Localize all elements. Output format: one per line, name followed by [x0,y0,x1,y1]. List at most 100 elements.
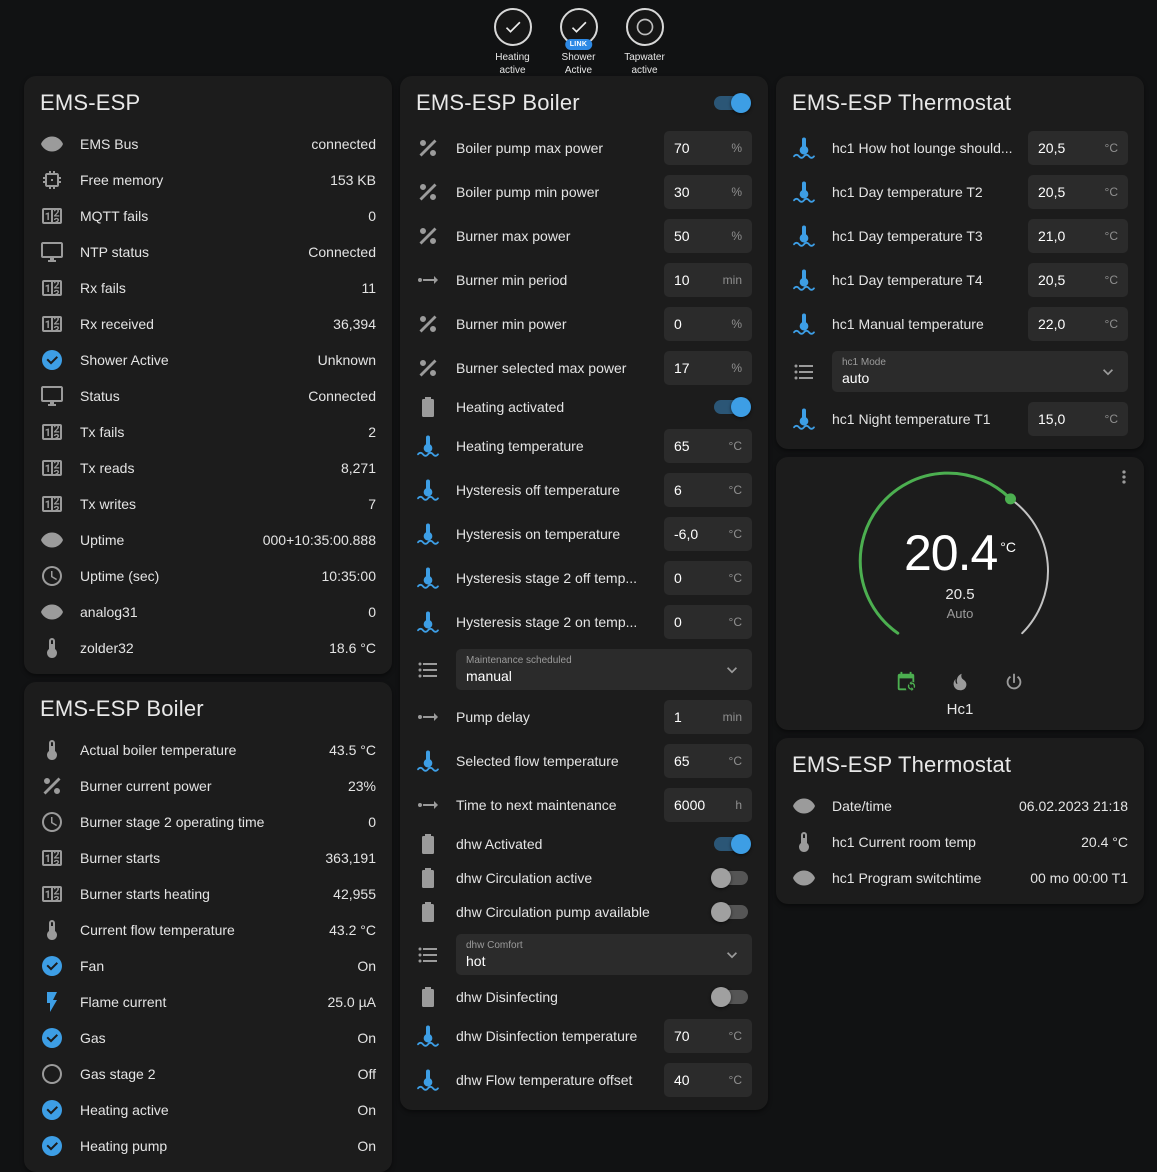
toggle-row: Heating activated [400,390,768,424]
entity-row[interactable]: Tx writes 7 [24,486,392,522]
entity-label: Fan [80,958,347,974]
entity-label: Pump delay [456,709,654,725]
badge-shower-active[interactable]: LINK Shower Active [551,8,607,77]
entity-row[interactable]: Heating active On [24,1092,392,1128]
toggle-switch[interactable] [714,990,748,1004]
number-input[interactable]: 20,5 °C [1028,263,1128,297]
power-icon[interactable] [1003,671,1025,693]
entity-row[interactable]: Current flow temperature 43.2 °C [24,912,392,948]
number-unit: % [731,139,742,157]
number-input[interactable]: 65 °C [664,744,752,778]
number-input[interactable]: -6,0 °C [664,517,752,551]
link-tag: LINK [565,39,593,50]
number-input[interactable]: 22,0 °C [1028,307,1128,341]
entity-row[interactable]: hc1 Current room temp 20.4 °C [776,824,1144,860]
entity-row[interactable]: Status Connected [24,378,392,414]
entity-label: Burner min period [456,272,654,288]
toggle-switch[interactable] [714,400,748,414]
toggle-switch[interactable] [714,905,748,919]
circle-outline-icon [635,17,655,37]
badge-label: Tapwater active [617,52,673,77]
entity-row[interactable]: Burner stage 2 operating time 0 [24,804,392,840]
number-unit: % [731,227,742,245]
entity-label: dhw Circulation active [456,870,704,886]
entity-row[interactable]: NTP status Connected [24,234,392,270]
fire-icon[interactable] [949,671,971,693]
entity-row[interactable]: Uptime (sec) 10:35:00 [24,558,392,594]
select-input[interactable]: dhw Comfort hot [456,934,752,975]
select-input[interactable]: hc1 Mode auto [832,351,1128,392]
entity-row[interactable]: Uptime 000+10:35:00.888 [24,522,392,558]
entity-value: 06.02.2023 21:18 [1019,798,1128,814]
number-input[interactable]: 6 °C [664,473,752,507]
number-input[interactable]: 20,5 °C [1028,131,1128,165]
select-input[interactable]: Maintenance scheduled manual [456,649,752,690]
thermo-waves-icon [792,224,816,248]
entity-row[interactable]: Shower Active Unknown [24,342,392,378]
number-input[interactable]: 0 °C [664,561,752,595]
badge-heating-active[interactable]: Heating active [485,8,541,77]
number-input[interactable]: 70 °C [664,1019,752,1053]
number-input[interactable]: 20,5 °C [1028,175,1128,209]
number-value: 20,5 [1038,183,1065,201]
entity-row[interactable]: Date/time 06.02.2023 21:18 [776,788,1144,824]
entity-label: Date/time [832,798,1009,814]
entity-row[interactable]: Heating pump On [24,1128,392,1164]
number-input[interactable]: 21,0 °C [1028,219,1128,253]
badges-bar: Heating active LINK Shower Active Tapwat… [0,0,1157,76]
number-input[interactable]: 0 % [664,307,752,341]
entity-row[interactable]: Gas On [24,1020,392,1056]
entity-row[interactable]: Tx fails 2 [24,414,392,450]
number-input[interactable]: 6000 h [664,788,752,822]
number-input[interactable]: 0 °C [664,605,752,639]
entity-row[interactable]: Actual boiler temperature 43.5 °C [24,732,392,768]
number-input[interactable]: 10 min [664,263,752,297]
thermo-waves-icon [792,268,816,292]
thermostat-dial[interactable]: 20.4°C 20.5 Auto [855,471,1065,671]
battery-icon [416,985,440,1009]
number-value: 0 [674,569,682,587]
thermometer-icon [40,738,64,762]
number-unit: % [731,359,742,377]
check-circle-icon [40,348,64,372]
select-row: Maintenance scheduled manual [400,644,768,695]
entity-row[interactable]: Tx reads 8,271 [24,450,392,486]
number-input[interactable]: 40 °C [664,1063,752,1097]
entity-row[interactable]: Burner starts 363,191 [24,840,392,876]
entity-row[interactable]: Burner current power 23% [24,768,392,804]
number-row: dhw Flow temperature offset 40 °C [400,1058,768,1102]
number-input[interactable]: 50 % [664,219,752,253]
entity-row[interactable]: analog31 0 [24,594,392,630]
toggle-switch[interactable] [714,837,748,851]
dots-vertical-icon[interactable] [1114,467,1134,487]
entity-row[interactable]: Burner starts heating 42,955 [24,876,392,912]
thermometer-icon [40,636,64,660]
number-input[interactable]: 65 °C [664,429,752,463]
number-input[interactable]: 17 % [664,351,752,385]
number-input[interactable]: 15,0 °C [1028,402,1128,436]
entity-row[interactable]: zolder32 18.6 °C [24,630,392,666]
entity-row[interactable]: hc1 Program switchtime 00 mo 00:00 T1 [776,860,1144,896]
entity-row[interactable]: Fan On [24,948,392,984]
entity-value: On [357,1102,376,1118]
badge-tapwater-active[interactable]: Tapwater active [617,8,673,77]
boiler-master-toggle[interactable] [714,96,748,110]
entity-row[interactable]: Free memory 153 KB [24,162,392,198]
entity-row[interactable]: EMS Bus connected [24,126,392,162]
number-input[interactable]: 1 min [664,700,752,734]
entity-label: Burner selected max power [456,360,654,376]
number-value: 10 [674,271,690,289]
calendar-sync-icon[interactable] [895,671,917,693]
number-input[interactable]: 30 % [664,175,752,209]
entity-row[interactable]: Rx fails 11 [24,270,392,306]
entity-row[interactable]: Rx received 36,394 [24,306,392,342]
number-unit: °C [1105,315,1118,333]
number-input[interactable]: 70 % [664,131,752,165]
toggle-switch[interactable] [714,871,748,885]
entity-row[interactable]: Flame current 25.0 µA [24,984,392,1020]
number-unit: °C [1105,410,1118,428]
entity-row[interactable]: Gas stage 2 Off [24,1056,392,1092]
entity-row[interactable]: MQTT fails 0 [24,198,392,234]
entity-label: Burner max power [456,228,654,244]
entity-value: Connected [308,388,376,404]
